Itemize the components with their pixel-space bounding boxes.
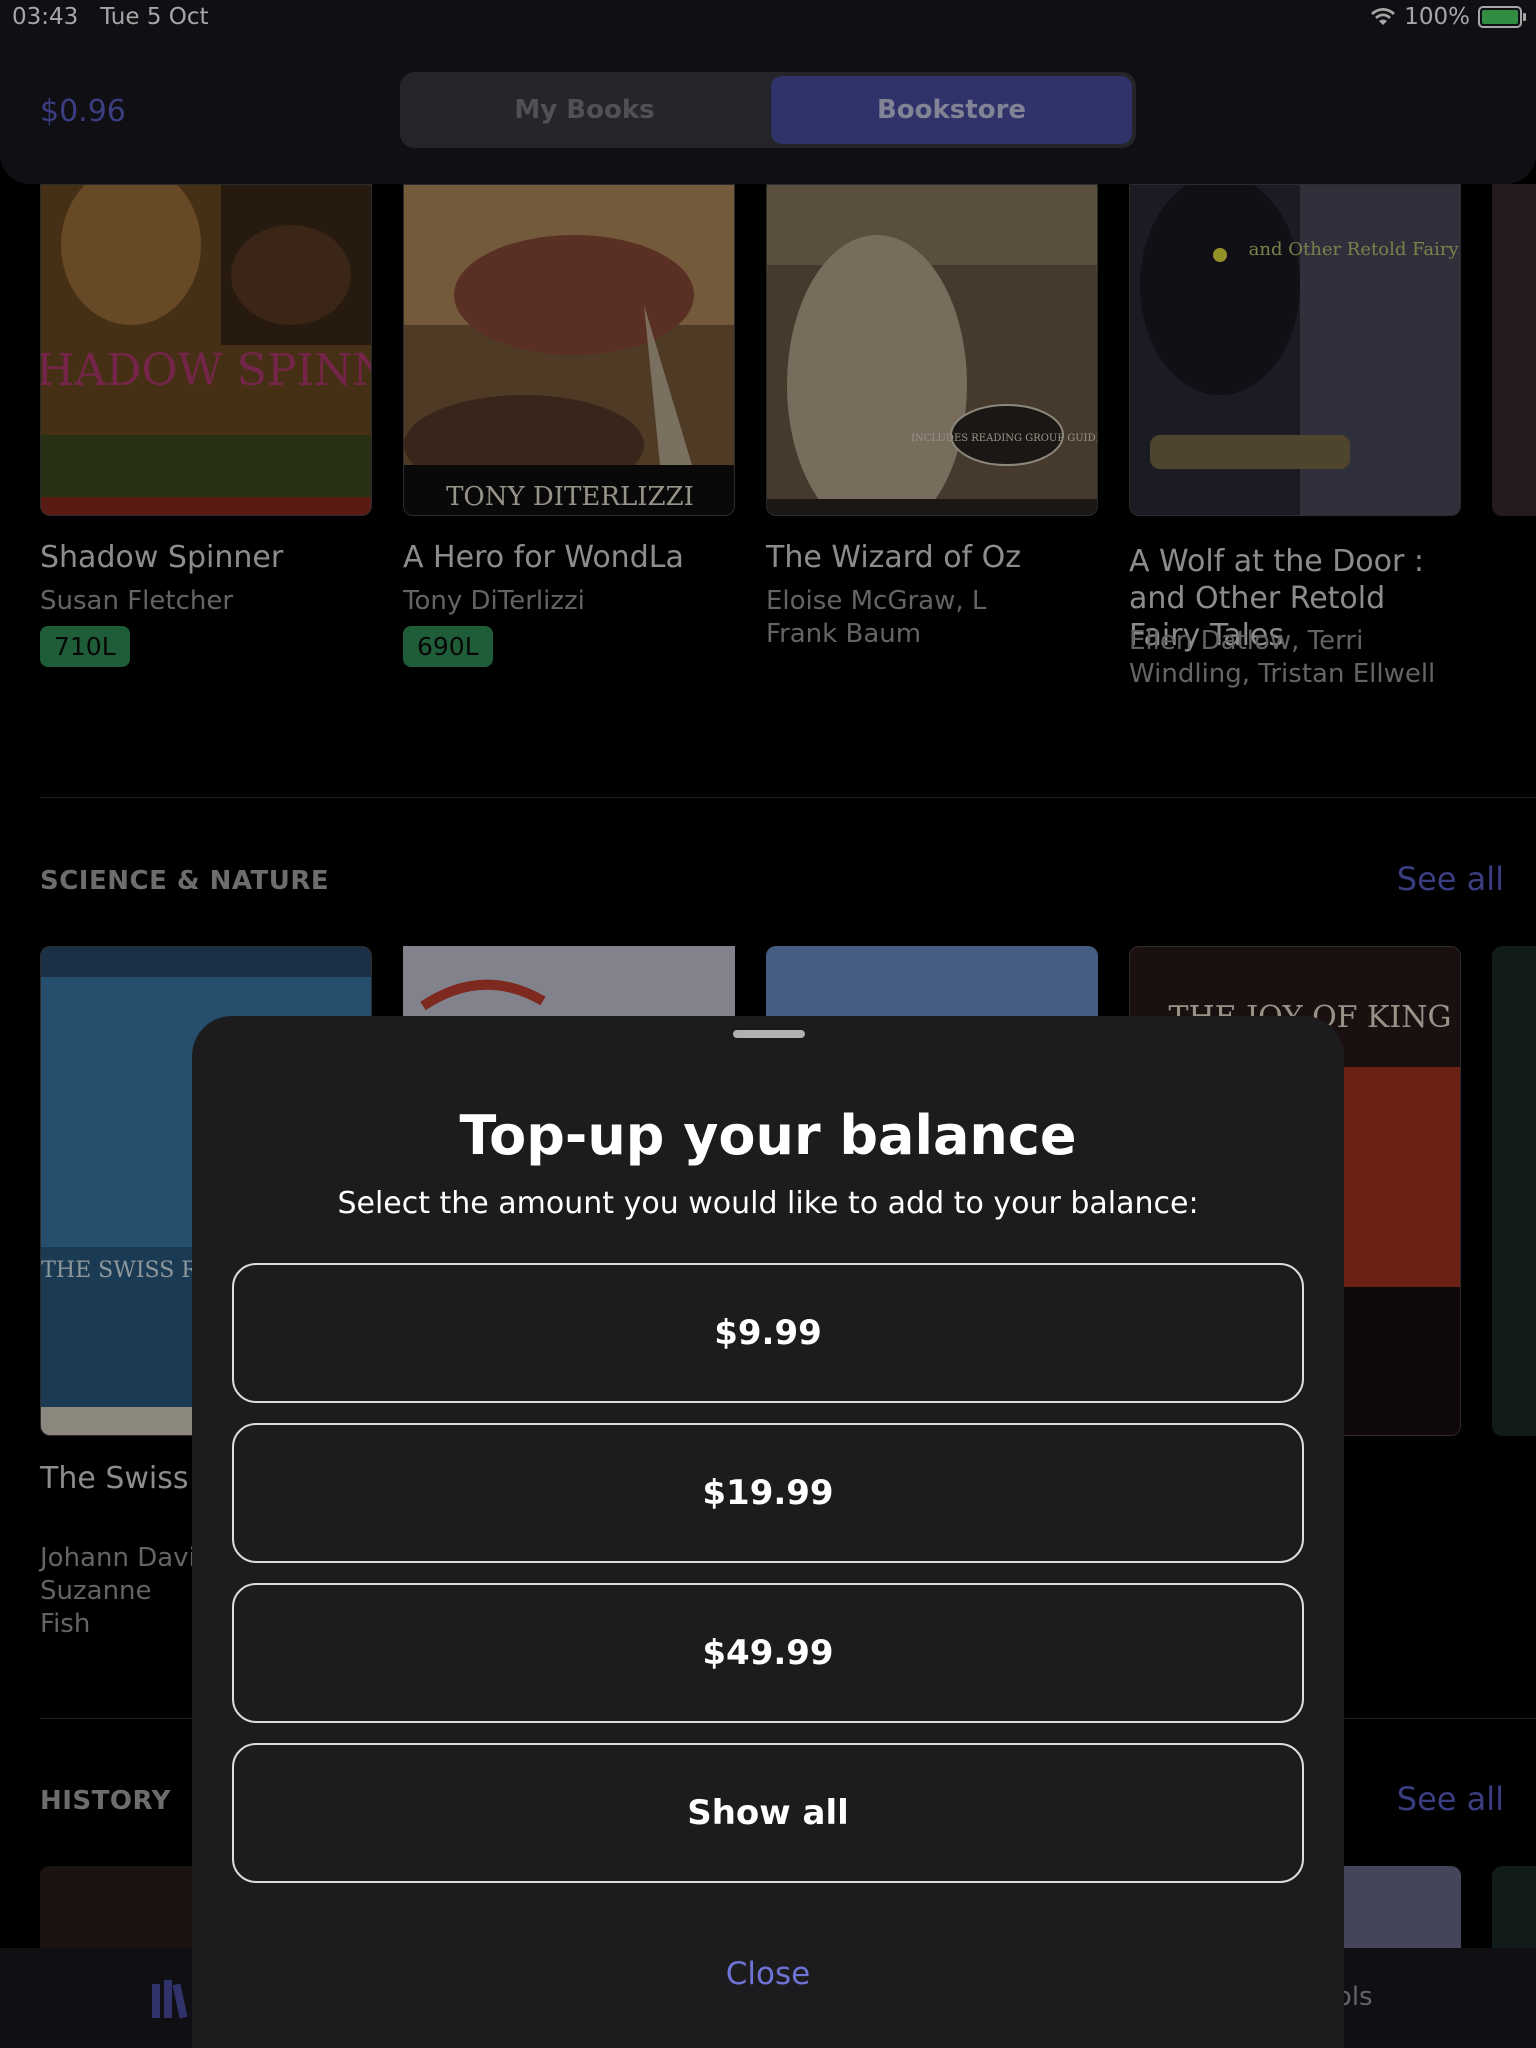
book-author: Ellen Datlow, Terri Windling, Tristan El… [1129, 626, 1436, 689]
cover-wizard-oz: INCLUDES READING GROUP GUIDE [767, 185, 1098, 515]
wifi-icon [1371, 8, 1396, 25]
library-icon[interactable] [150, 1976, 194, 2020]
book-cover-partial[interactable] [1492, 1866, 1536, 1948]
see-all-science-nature[interactable]: See all [1397, 860, 1504, 898]
book-title: The Wizard of Oz [766, 540, 1021, 575]
balance-amount[interactable]: $0.96 [40, 94, 126, 129]
show-all-button[interactable]: Show all [232, 1743, 1304, 1883]
tab-bookstore[interactable]: Bookstore [771, 76, 1132, 144]
lexile-badge: 690L [403, 626, 493, 667]
book-title: Shadow Spinner [40, 540, 284, 575]
book-cover[interactable]: TONY DITERLIZZI [403, 184, 735, 516]
cover-shadow-spinner: SHADOW SPINNER [41, 185, 372, 515]
amount-option-button[interactable]: $9.99 [232, 1263, 1304, 1403]
book-cover[interactable]: SHADOW SPINNER [40, 184, 372, 516]
book-author: Eloise McGraw, L Frank Baum [766, 586, 987, 649]
library-segmented-control: My Books Bookstore [400, 72, 1136, 148]
book-author: Johann Davi Suzanne Fish [40, 1543, 196, 1639]
cover-hero-wondla: TONY DITERLIZZI [404, 185, 734, 515]
see-all-history[interactable]: See all [1397, 1780, 1504, 1818]
amount-option-button[interactable]: $19.99 [232, 1423, 1304, 1563]
cover-wolf-door: and Other Retold Fairy Tales [1130, 185, 1461, 515]
sheet-subtitle: Select the amount you would like to add … [337, 1186, 1199, 1221]
svg-text:INCLUDES READING GROUP GUIDE: INCLUDES READING GROUP GUIDE [911, 433, 1098, 444]
status-time-date: 03:43 Tue 5 Oct [12, 4, 209, 30]
book-cover-partial[interactable] [1492, 184, 1536, 516]
section-title-science-nature: SCIENCE & NATURE [40, 866, 330, 896]
battery-percent: 100% [1404, 4, 1470, 30]
section-divider [40, 797, 1536, 798]
close-button[interactable]: Close [192, 1956, 1344, 1992]
section-title-history: HISTORY [40, 1786, 171, 1816]
tab-my-books[interactable]: My Books [404, 76, 765, 144]
book-author: Tony DiTerlizzi [403, 586, 585, 616]
status-right: 100% [1370, 4, 1526, 30]
book-title: A Hero for WondLa [403, 540, 684, 575]
cover-art-partial [403, 946, 735, 1016]
lexile-badge: 710L [40, 626, 130, 667]
sheet-heading: Top-up your balance [459, 1104, 1077, 1167]
book-cover[interactable]: INCLUDES READING GROUP GUIDE [766, 184, 1098, 516]
book-cover[interactable]: and Other Retold Fairy Tales [1129, 184, 1461, 516]
svg-text:TONY DITERLIZZI: TONY DITERLIZZI [446, 482, 694, 512]
book-author: Susan Fletcher [40, 586, 234, 616]
svg-text:SHADOW SPINNER: SHADOW SPINNER [41, 345, 372, 396]
amount-option-button[interactable]: $49.99 [232, 1583, 1304, 1723]
top-up-sheet: Top-up your balance Select the amount yo… [192, 1016, 1344, 2048]
app-header: $0.96 My Books Bookstore [0, 40, 1536, 184]
battery-icon [1478, 6, 1526, 28]
status-bar: 03:43 Tue 5 Oct 100% [0, 0, 1536, 40]
sheet-grabber[interactable] [733, 1030, 805, 1038]
book-cover-partial[interactable] [1492, 946, 1536, 1436]
svg-text:and Other Retold Fairy Tales: and Other Retold Fairy Tales [1249, 239, 1461, 260]
